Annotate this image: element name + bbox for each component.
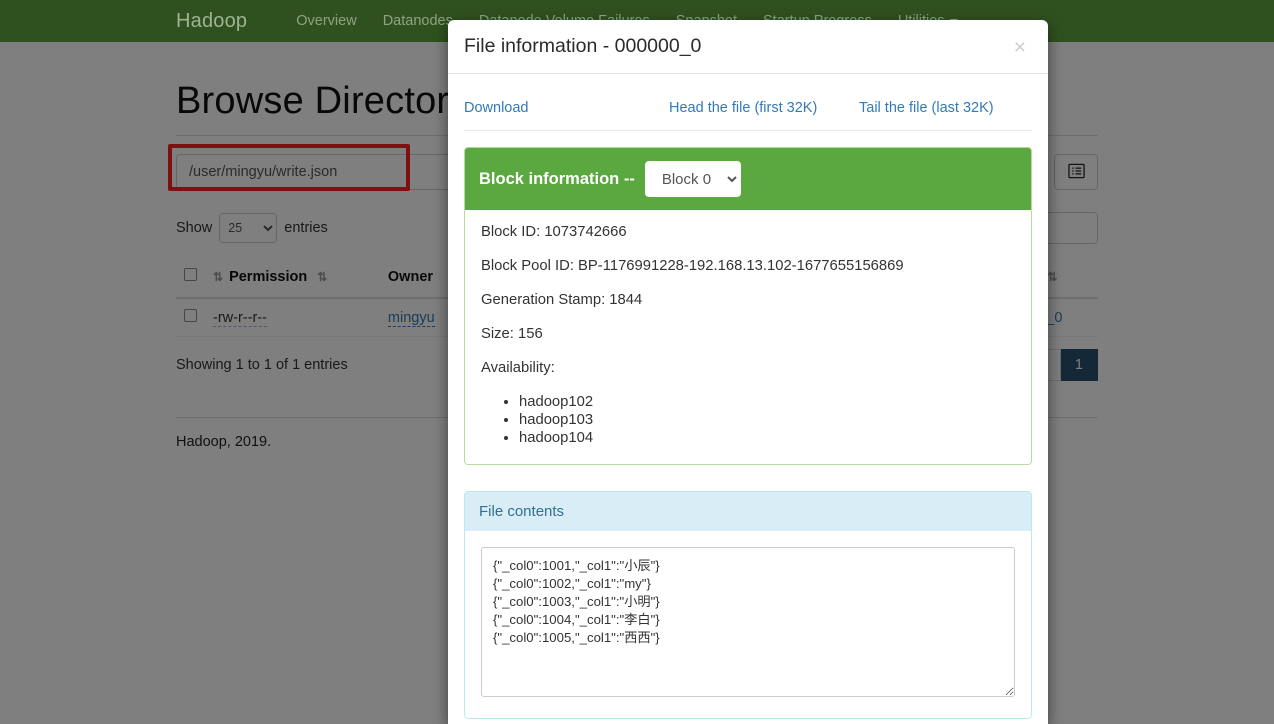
list-item: hadoop102 <box>519 394 1015 410</box>
block-information-title: Block information -- <box>479 169 635 188</box>
file-information-modal: File information - 000000_0 × Download H… <box>448 20 1048 724</box>
block-pool-id: Block Pool ID: BP-1176991228-192.168.13.… <box>481 258 904 274</box>
download-link[interactable]: Download <box>464 100 669 116</box>
modal-body: Download Head the file (first 32K) Tail … <box>448 74 1048 724</box>
list-item: hadoop103 <box>519 412 1015 428</box>
list-item: hadoop104 <box>519 430 1015 446</box>
file-contents-panel: File contents {"_col0":1001,"_col1":"小辰"… <box>464 491 1032 719</box>
block-information-heading: Block information -- Block 0 <box>465 148 1031 210</box>
file-contents-textarea[interactable]: {"_col0":1001,"_col1":"小辰"} {"_col0":100… <box>481 547 1015 697</box>
file-action-links: Download Head the file (first 32K) Tail … <box>464 90 1032 131</box>
nav-link-overview[interactable]: Overview <box>283 13 369 29</box>
generation-stamp: Generation Stamp: 1844 <box>481 292 643 308</box>
availability-list: hadoop102 hadoop103 hadoop104 <box>481 394 1015 446</box>
block-information-panel: Block information -- Block 0 Block ID: 1… <box>464 147 1032 465</box>
head-file-link[interactable]: Head the file (first 32K) <box>669 100 859 116</box>
tail-file-link[interactable]: Tail the file (last 32K) <box>859 100 994 116</box>
block-size-value: Size: 156 <box>481 326 543 342</box>
block-information-body: Block ID: 1073742666 Block Pool ID: BP-1… <box>465 210 1031 464</box>
navbar-brand[interactable]: Hadoop <box>176 10 247 33</box>
modal-header: File information - 000000_0 × <box>448 20 1048 74</box>
file-contents-heading: File contents <box>465 492 1031 531</box>
block-id: Block ID: 1073742666 <box>481 224 627 240</box>
file-contents-body: {"_col0":1001,"_col1":"小辰"} {"_col0":100… <box>465 531 1031 718</box>
modal-title: File information - 000000_0 <box>464 35 702 57</box>
availability-label: Availability: <box>481 360 555 376</box>
block-select[interactable]: Block 0 <box>644 161 741 197</box>
close-icon[interactable]: × <box>1008 36 1032 59</box>
